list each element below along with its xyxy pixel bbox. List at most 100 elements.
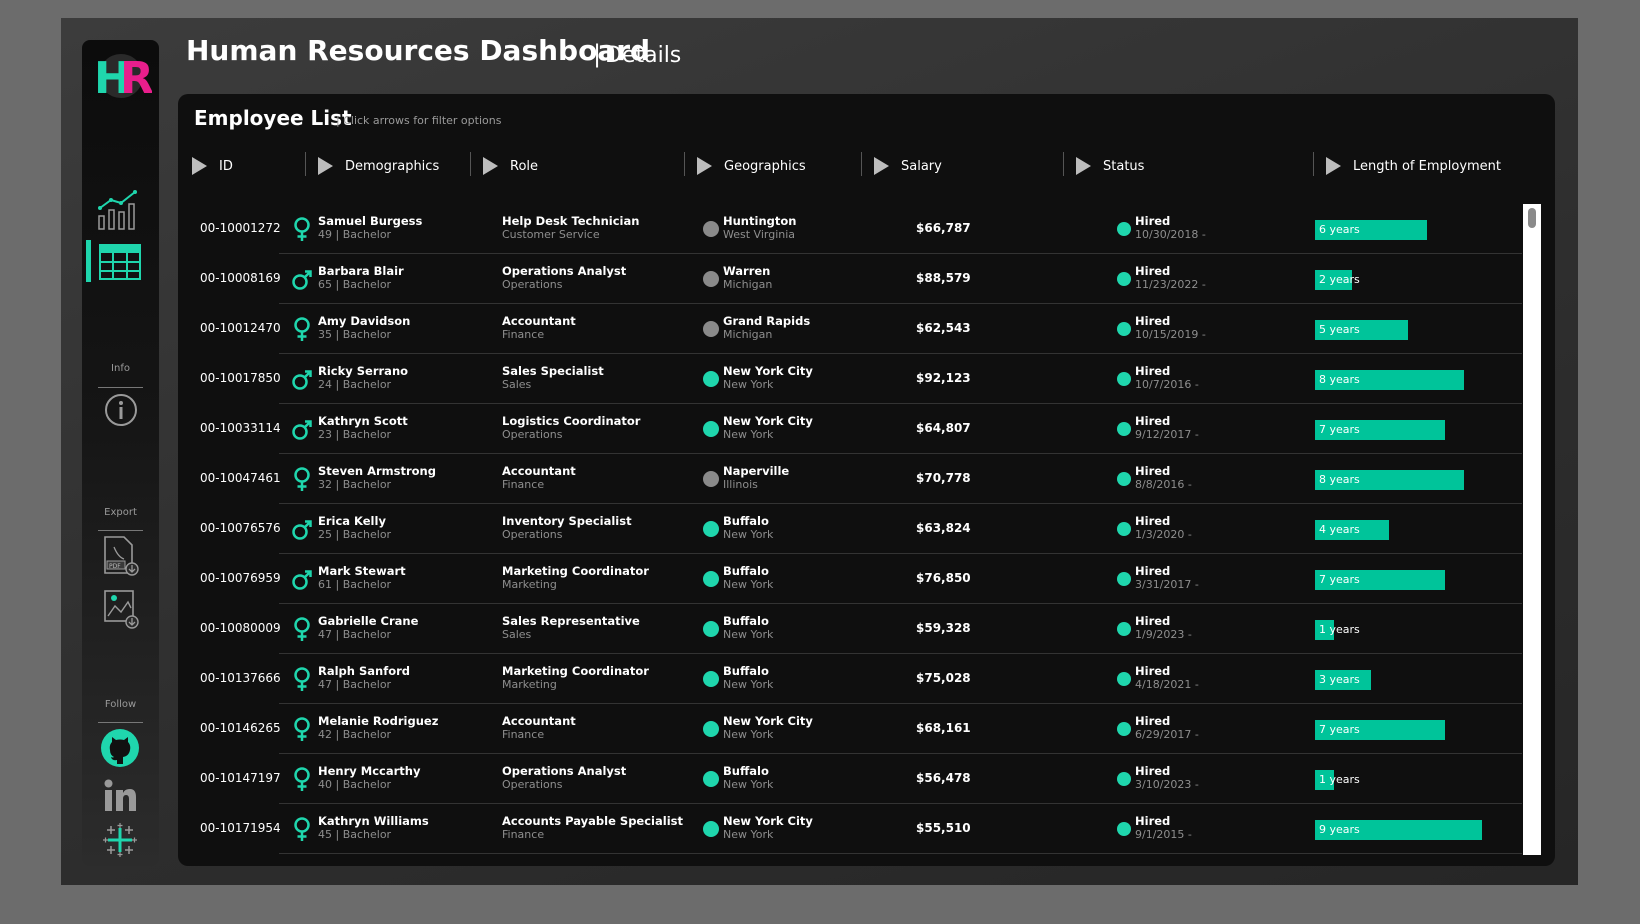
employee-demographics: 65 | Bachelor [318, 278, 392, 291]
employee-name: Barbara Blair [318, 264, 404, 278]
employee-id: 00-10033114 [200, 421, 281, 435]
employee-city: New York City [723, 414, 813, 428]
column-header-status[interactable]: Status [1076, 154, 1144, 178]
hire-date: 10/15/2019 - [1135, 328, 1206, 341]
employee-status: Hired [1135, 464, 1171, 478]
table-row[interactable]: 00-10171954 Kathryn Williams 45 | Bachelor… [178, 804, 1522, 854]
employee-department: Customer Service [502, 228, 600, 241]
filter-arrow-icon[interactable] [1076, 157, 1091, 175]
geo-indicator-dot [703, 821, 719, 837]
filter-arrow-icon[interactable] [192, 157, 207, 175]
status-dot [1117, 422, 1131, 436]
employee-status: Hired [1135, 564, 1171, 578]
employee-salary: $88,579 [916, 271, 971, 285]
table-row[interactable]: 00-10047461 Steven Armstrong 32 | Bachelor… [178, 454, 1522, 504]
employee-state: West Virginia [723, 228, 796, 241]
scrollbar-thumb[interactable] [1528, 208, 1536, 228]
header-divider [1313, 152, 1314, 176]
employee-state: Michigan [723, 328, 773, 341]
table-row[interactable]: 00-10017850 Ricky Serrano 24 | Bachelor Sal… [178, 354, 1522, 404]
status-dot [1117, 822, 1131, 836]
filter-arrow-icon[interactable] [1326, 157, 1341, 175]
header-divider [470, 152, 471, 176]
github-icon[interactable] [100, 728, 140, 768]
filter-arrow-icon[interactable] [483, 157, 498, 175]
table-icon[interactable] [99, 244, 141, 280]
column-header-id[interactable]: ID [192, 154, 233, 178]
employee-id: 00-10076959 [200, 571, 281, 585]
employee-demographics: 47 | Bachelor [318, 628, 392, 641]
column-header-salary[interactable]: Salary [874, 154, 942, 178]
hire-date: 3/31/2017 - [1135, 578, 1199, 591]
table-row[interactable]: 00-10137666 Ralph Sanford 47 | Bachelor Mar… [178, 654, 1522, 704]
employee-name: Kathryn Scott [318, 414, 408, 428]
employee-city: Grand Rapids [723, 314, 811, 328]
info-icon[interactable] [103, 392, 139, 428]
employee-department: Sales [502, 378, 532, 391]
filter-arrow-icon[interactable] [697, 157, 712, 175]
length-of-employment-label: 5 years [1319, 323, 1360, 336]
table-row[interactable]: 00-10146265 Melanie Rodriguez 42 | Bachelo… [178, 704, 1522, 754]
employee-name: Ricky Serrano [318, 364, 409, 378]
employee-status: Hired [1135, 264, 1171, 278]
table-row[interactable]: 00-10076959 Mark Stewart 61 | Bachelor Mark… [178, 554, 1522, 604]
hire-date: 11/23/2022 - [1135, 278, 1206, 291]
geo-indicator-dot [703, 371, 719, 387]
employee-status: Hired [1135, 614, 1171, 628]
column-header-geographics[interactable]: Geographics [697, 154, 806, 178]
table-row[interactable]: 00-10080009 Gabrielle Crane 47 | Bachelor S… [178, 604, 1522, 654]
employee-state: New York [723, 678, 774, 691]
table-row[interactable]: 00-10001272 Samuel Burgess 49 | Bachelor He… [178, 204, 1522, 254]
employee-status: Hired [1135, 764, 1171, 778]
length-of-employment-label: 7 years [1319, 423, 1360, 436]
status-dot [1117, 472, 1131, 486]
filter-arrow-icon[interactable] [318, 157, 333, 175]
column-header-length[interactable]: Length of Employment [1326, 154, 1501, 178]
hire-date: 9/1/2015 - [1135, 828, 1192, 841]
svg-text:R: R [120, 53, 152, 102]
employee-city: Buffalo [723, 764, 769, 778]
employee-salary: $62,543 [916, 321, 971, 335]
row-divider [279, 853, 1522, 854]
table-row[interactable]: 00-10033114 Kathryn Scott 23 | Bachelor Log… [178, 404, 1522, 454]
length-of-employment-label: 4 years [1319, 523, 1360, 536]
employee-department: Sales [502, 628, 532, 641]
image-export-icon[interactable] [102, 588, 140, 630]
employee-list-panel: Employee List | Click arrows for filter … [178, 94, 1555, 866]
status-dot [1117, 372, 1131, 386]
employee-name: Amy Davidson [318, 314, 411, 328]
male-icon [292, 570, 312, 590]
employee-role: Accounts Payable Specialist [502, 814, 683, 828]
employee-department: Operations [502, 278, 563, 291]
linkedin-icon[interactable] [102, 778, 138, 814]
employee-demographics: 40 | Bachelor [318, 778, 392, 791]
table-row[interactable]: 00-10012470 Amy Davidson 35 | Bachelor Acco… [178, 304, 1522, 354]
status-dot [1117, 522, 1131, 536]
length-of-employment-label: 1 years [1319, 623, 1360, 636]
column-header-demographics[interactable]: Demographics [318, 154, 439, 178]
employee-department: Finance [502, 478, 545, 491]
employee-role: Marketing Coordinator [502, 664, 649, 678]
employee-role: Sales Representative [502, 614, 640, 628]
filter-arrow-icon[interactable] [874, 157, 889, 175]
hire-date: 10/7/2016 - [1135, 378, 1199, 391]
table-row[interactable]: 00-10147197 Henry Mccarthy 40 | Bachelor Op… [178, 754, 1522, 804]
table-row[interactable]: 00-10008169 Barbara Blair 65 | Bachelor Ope… [178, 254, 1522, 304]
chart-icon[interactable] [97, 188, 143, 230]
employee-id: 00-10001272 [200, 221, 281, 235]
page-subtitle: Details [605, 43, 682, 68]
scrollbar[interactable] [1523, 204, 1541, 855]
employee-id: 00-10012470 [200, 321, 281, 335]
length-of-employment-label: 8 years [1319, 373, 1360, 386]
column-header-role[interactable]: Role [483, 154, 538, 178]
table-row[interactable]: 00-10076576 Erica Kelly 25 | Bachelor Inven… [178, 504, 1522, 554]
employee-role: Accountant [502, 314, 576, 328]
male-icon [292, 420, 312, 440]
tableau-icon[interactable] [102, 822, 138, 858]
pdf-export-icon[interactable]: PDF [102, 535, 140, 577]
employee-status: Hired [1135, 714, 1171, 728]
status-dot [1117, 722, 1131, 736]
employee-state: New York [723, 778, 774, 791]
geo-indicator-dot [703, 321, 719, 337]
info-label: Info [111, 363, 130, 374]
